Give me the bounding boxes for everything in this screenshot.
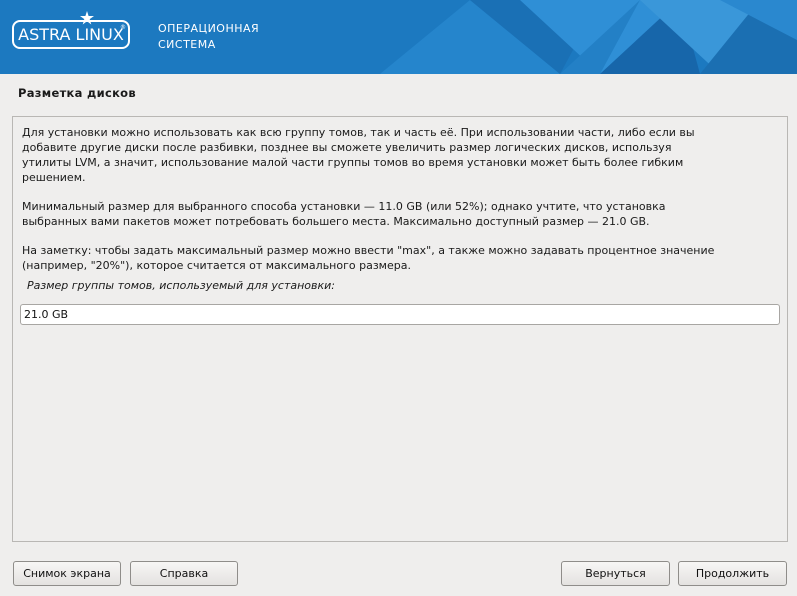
description-paragraph-3: На заметку: чтобы задать максимальный ра… (22, 243, 772, 273)
logo-text: ASTRA LINUX (18, 25, 124, 44)
text-line: (например, "20%"), которое считается от … (22, 259, 411, 272)
text-line: выбранных вами пакетов может потребовать… (22, 215, 650, 228)
screenshot-button[interactable]: Снимок экрана (13, 561, 121, 586)
text-line: добавите другие диски после разбивки, по… (22, 141, 672, 154)
back-button[interactable]: Вернуться (561, 561, 670, 586)
subtitle-line-2: СИСТЕМА (158, 38, 216, 51)
os-subtitle: ОПЕРАЦИОННАЯ СИСТЕМА (158, 21, 259, 53)
text-line: На заметку: чтобы задать максимальный ра… (22, 244, 715, 257)
description-paragraph-2: Минимальный размер для выбранного способ… (22, 199, 772, 229)
text-line: решением. (22, 171, 86, 184)
text-line: Для установки можно использовать как всю… (22, 126, 695, 139)
help-button[interactable]: Справка (130, 561, 238, 586)
continue-button[interactable]: Продолжить (678, 561, 787, 586)
volume-size-label: Размер группы томов, используемый для ус… (27, 279, 335, 292)
header-banner: ASTRA LINUX ® ОПЕРАЦИОННАЯ СИСТЕМА (0, 0, 797, 74)
text-line: Минимальный размер для выбранного способ… (22, 200, 666, 213)
volume-size-input[interactable] (20, 304, 780, 325)
subtitle-line-1: ОПЕРАЦИОННАЯ (158, 22, 260, 35)
registered-mark: ® (120, 24, 126, 31)
page-title: Разметка дисков (18, 86, 136, 100)
description-paragraph-1: Для установки можно использовать как всю… (22, 125, 772, 185)
astra-linux-logo: ASTRA LINUX ® (12, 11, 130, 49)
content-panel: Для установки можно использовать как всю… (12, 116, 788, 542)
text-line: утилиты LVM, а значит, использование мал… (22, 156, 684, 169)
